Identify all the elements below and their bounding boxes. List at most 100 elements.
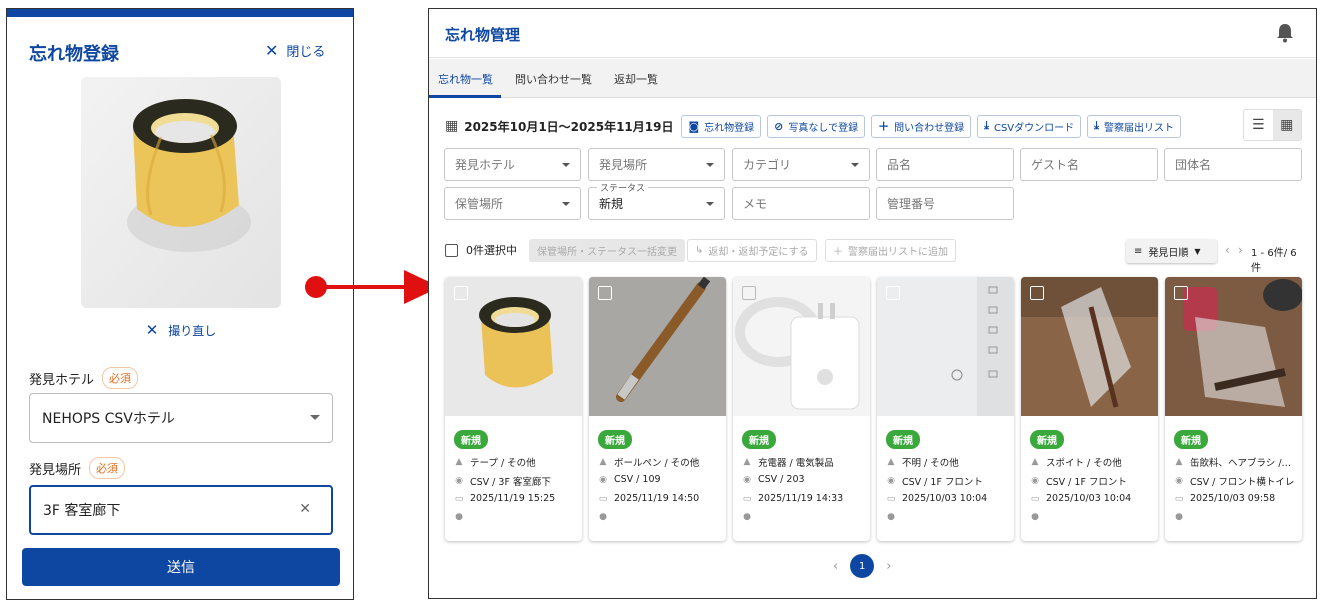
submit-button[interactable]: 送信 [22,548,340,586]
card-checkbox[interactable] [598,286,612,300]
csv-download-label: CSVダウンロード [993,122,1075,134]
filter-group-name-label: 団体名 [1175,158,1212,172]
filter-hotel[interactable]: 発見ホテル [444,148,581,181]
item-photo [81,77,281,308]
place-input[interactable]: 3F 客室廊下 ✕ [29,485,333,535]
category-icon: ▲ [1175,457,1183,467]
filter-place[interactable]: 発見場所 [588,148,725,181]
card-date: ▭ 2025/11/19 15:25 [454,493,556,504]
filter-item-name-label: 品名 [887,158,912,172]
page-count: 1 - 6件/ 6件 [1251,248,1297,274]
item-card[interactable]: 新規 ▲ 充電器 / 電気製品 ◉ CSV / 203 ▭ 2025/11/19 14… [733,277,870,541]
no-photo-icon: ⊘ [774,119,784,133]
tab-inquiries[interactable]: 問い合わせ一覧 [515,71,592,87]
next-page-icon[interactable]: › [886,559,891,574]
add-police-list-button[interactable]: ＋ 警察届出リストに追加 [825,239,956,262]
prev-page-icon[interactable]: ‹ [1225,243,1230,257]
grid-view-icon[interactable]: ▦ [1272,110,1301,140]
close-icon: ✕ [145,321,159,339]
card-checkbox[interactable] [1030,286,1044,300]
status-badge: 新規 [742,430,776,449]
register-inquiry-button[interactable]: ＋ 問い合わせ登録 [871,114,972,138]
mark-return-button[interactable]: ↳ 返却・返却予定にする [687,239,817,262]
filter-guest-name[interactable]: ゲスト名 [1020,148,1158,181]
filter-storage-label: 保管場所 [455,197,504,211]
filter-manage-no[interactable]: 管理番号 [876,187,1014,220]
card-date: ▭ 2025/11/19 14:33 [742,493,844,504]
plus-icon: ＋ [833,247,843,258]
item-card[interactable]: 新規 ▲ 不明 / その他 ◉ CSV / 1F フロント ▭ 2025/10/03 … [877,277,1014,541]
location-pin-icon: ◉ [1031,476,1039,486]
app-title: 忘れ物管理 [445,26,521,44]
date-range[interactable]: 2025年10月1日〜2025年11月19日 [464,118,673,135]
card-guest: ● [1174,512,1300,522]
register-no-photo-button[interactable]: ⊘ 写真なしで登録 [767,114,866,138]
toolbar-row: ▦ 2025年10月1日〜2025年11月19日 ◙ 忘れ物登録 ⊘ 写真なしで登録… [445,114,1182,138]
next-page-icon[interactable]: › [1238,243,1243,257]
close-button[interactable]: ✕ 閉じる [265,41,325,60]
retake-button[interactable]: ✕ 撮り直し [7,321,353,339]
select-all[interactable]: 0件選択中 [445,242,517,258]
location-pin-icon: ◉ [1175,476,1183,486]
item-card[interactable]: 新規 ▲ ボールペン / その他 ◉ CSV / 109 ▭ 2025/11/19 1… [589,277,726,541]
pagination: ‹ 1 › [833,554,891,578]
card-place: ◉ CSV / 1F フロント [887,476,983,488]
tab-lost-items[interactable]: 忘れ物一覧 [438,71,493,87]
card-date: ▭ 2025/11/19 14:50 [598,493,700,504]
filter-storage[interactable]: 保管場所 [444,187,581,220]
sort-label: 発見日順 [1148,247,1189,259]
item-card[interactable]: 新規 ▲ スポイト / その他 ◉ CSV / 1F フロント ▭ 2025/10/0… [1021,277,1158,541]
card-checkbox[interactable] [742,286,756,300]
card-guest: ● [598,512,724,522]
person-icon: ● [887,512,895,522]
bulk-change-button[interactable]: 保管場所・ステータス一括変更 [529,239,685,262]
card-checkbox[interactable] [454,286,468,300]
register-item-button[interactable]: ◙ 忘れ物登録 [681,114,762,138]
card-checkbox[interactable] [1174,286,1188,300]
police-list-button[interactable]: ⤓ 警察届出リスト [1087,114,1182,138]
selection-count: 0件選択中 [466,244,517,257]
location-pin-icon: ◉ [887,476,895,486]
person-icon: ● [599,512,607,522]
person-icon: ● [743,512,751,522]
prev-page-icon[interactable]: ‹ [833,559,838,574]
chevron-down-icon: ▼ [1194,246,1201,256]
card-date: ▭ 2025/10/03 09:58 [1174,493,1276,504]
clear-icon[interactable]: ✕ [299,501,311,517]
card-guest: ● [742,512,868,522]
register-item-label: 忘れ物登録 [704,122,755,134]
camera-icon: ◙ [688,119,700,133]
close-label: 閉じる [286,45,326,60]
filter-status[interactable]: ステータス 新規 [588,181,725,220]
filter-category[interactable]: カテゴリ [732,148,870,181]
category-icon: ▲ [743,457,751,467]
card-checkbox[interactable] [886,286,900,300]
sort-button[interactable]: ≡ 発見日順 ▼ [1126,239,1217,263]
select-all-checkbox[interactable] [445,243,458,257]
hotel-select[interactable]: NEHOPS CSVホテル [29,393,333,443]
list-view-icon[interactable]: ☰ [1244,110,1273,140]
chevron-down-icon [562,163,570,167]
page-number-button[interactable]: 1 [850,554,875,578]
tab-returns[interactable]: 返却一覧 [614,71,658,87]
filter-memo-label: メモ [743,197,768,211]
calendar-icon: ▭ [598,493,608,504]
calendar-icon[interactable]: ▦ [445,118,458,134]
csv-download-button[interactable]: ⤓ CSVダウンロード [977,114,1082,138]
item-card[interactable]: 新規 ▲ テープ / その他 ◉ CSV / 3F 客室廊下 ▭ 2025/11/19… [445,277,582,541]
filter-category-label: カテゴリ [743,158,792,172]
hotel-label-row: 発見ホテル 必須 [29,367,139,389]
card-category: ▲ ボールペン / その他 [599,457,700,469]
filter-group-name[interactable]: 団体名 [1164,148,1302,181]
filter-item-name[interactable]: 品名 [876,148,1014,181]
category-icon: ▲ [455,457,463,467]
card-category: ▲ スポイト / その他 [1031,457,1122,469]
person-icon: ● [455,512,463,522]
card-place: ◉ CSV / 203 [743,474,805,485]
card-guest: ● [886,512,1012,522]
category-icon: ▲ [599,457,607,467]
filter-memo[interactable]: メモ [732,187,870,220]
hotel-label: 発見ホテル [29,372,95,388]
bell-icon[interactable] [1276,23,1294,43]
item-card[interactable]: 新規 ▲ 缶飲料、ヘアブラシ /… ◉ CSV / フロント横トイレ ▭ 2025/1… [1165,277,1302,541]
